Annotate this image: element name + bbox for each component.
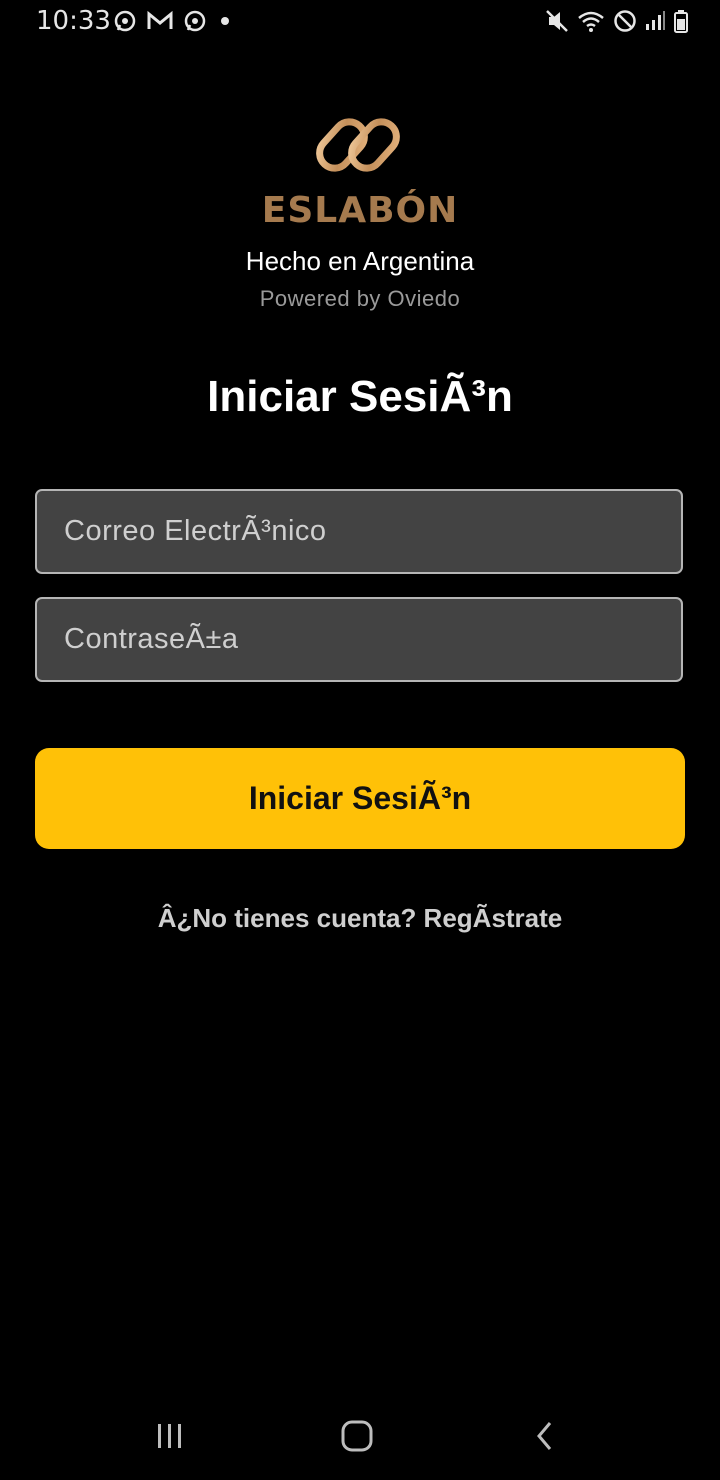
register-link[interactable]: Â¿No tienes cuenta? RegÃstrate <box>0 903 720 934</box>
whatsapp-icon <box>112 8 138 34</box>
email-field[interactable] <box>35 489 683 574</box>
login-button[interactable]: Iniciar SesiÃ³n <box>35 748 685 849</box>
wifi-icon <box>576 8 606 34</box>
status-time: 10:33 <box>36 6 111 36</box>
do-not-disturb-icon <box>612 8 638 34</box>
chain-link-logo-icon <box>312 100 404 192</box>
whatsapp-icon <box>182 8 208 34</box>
password-field[interactable] <box>35 597 683 682</box>
powered-by: Powered by Oviedo <box>259 286 461 311</box>
recents-icon <box>154 1421 186 1456</box>
signal-icon <box>644 8 666 34</box>
brand-name: ESLABÓN <box>261 190 459 231</box>
recents-button[interactable] <box>140 1416 200 1460</box>
back-button[interactable] <box>515 1416 575 1460</box>
navigation-bar <box>0 1398 720 1480</box>
notification-icons <box>112 8 234 34</box>
gmail-icon <box>146 8 174 34</box>
dot-icon <box>216 8 234 34</box>
home-icon <box>339 1418 375 1459</box>
tagline: Hecho en Argentina <box>245 246 475 276</box>
page-title: Iniciar SesiÃ³n <box>207 372 513 421</box>
battery-icon <box>672 8 690 34</box>
status-bar: 10:33 <box>0 0 720 44</box>
back-icon <box>533 1419 557 1458</box>
system-icons <box>544 8 690 34</box>
mute-icon <box>544 8 570 34</box>
home-button[interactable] <box>327 1416 387 1460</box>
